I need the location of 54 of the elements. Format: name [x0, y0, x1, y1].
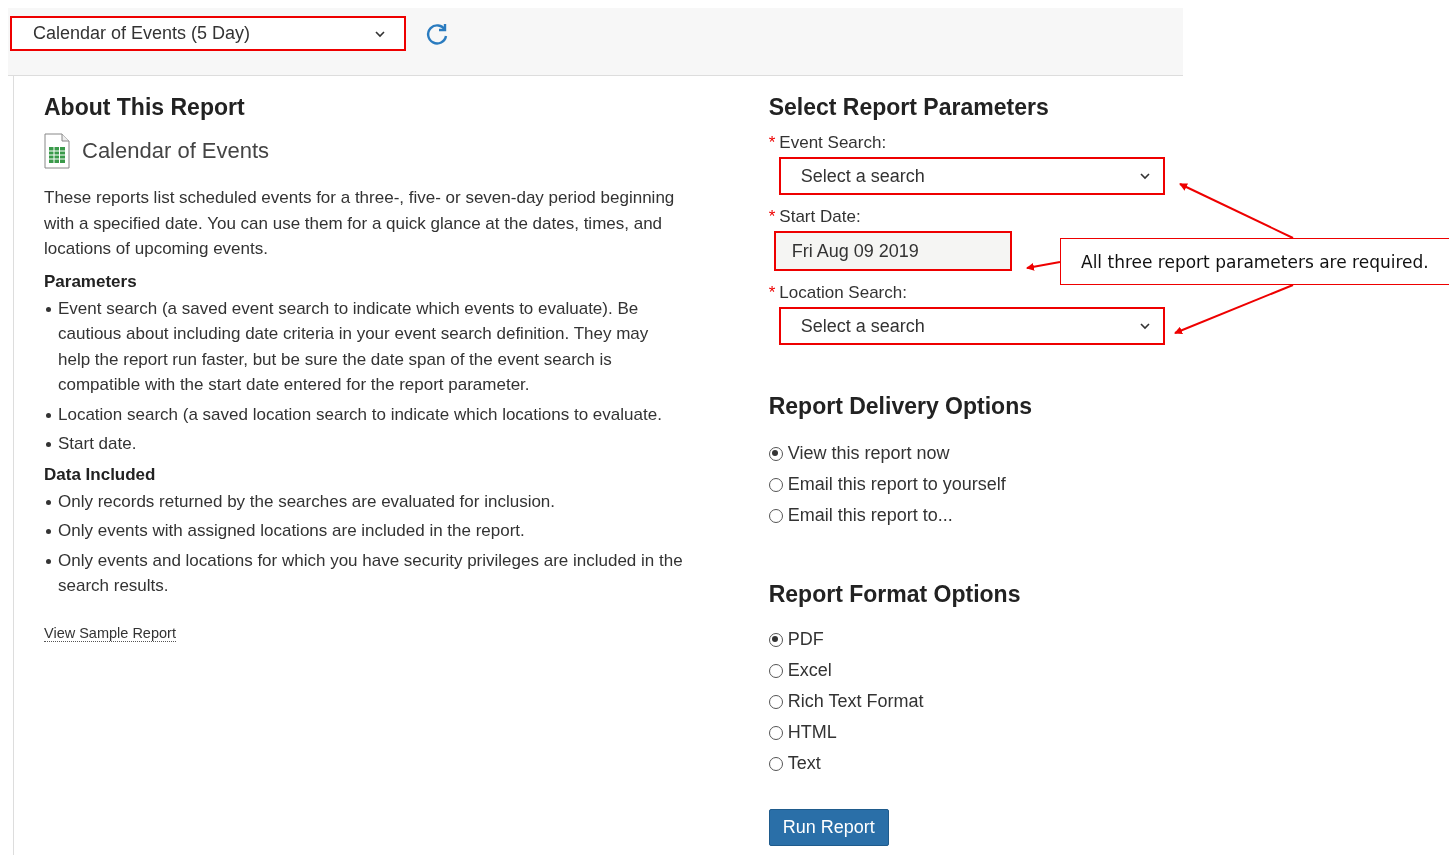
list-item-text: Only events and locations for which you have security privileges are included in the search results.	[58, 549, 684, 597]
radio-label: Excel	[787, 660, 832, 681]
field-label: Location Search:	[779, 283, 907, 302]
section-heading: About This Report	[44, 94, 246, 121]
required-asterisk: *	[768, 207, 776, 226]
radio-label: HTML	[787, 722, 837, 743]
bullet-icon	[46, 529, 51, 534]
section-heading: Report Delivery Options	[768, 393, 1033, 420]
radio-label: Text	[787, 753, 821, 774]
bullet-icon	[46, 306, 51, 312]
date-field[interactable]: Fri Aug 09 2019	[773, 231, 1012, 271]
subsection-heading: Parameters	[44, 271, 138, 292]
report-select[interactable]: Calendar of Events (5 Day)	[10, 16, 406, 51]
search-select[interactable]: Select a search	[778, 157, 1165, 195]
radio-button[interactable]	[768, 508, 783, 523]
radio-label: View this report now	[787, 443, 950, 464]
chevron-down-icon	[374, 29, 386, 38]
radio-label: Email this report to yourself	[787, 474, 1006, 495]
search-select[interactable]: Select a search	[778, 307, 1165, 345]
arrow	[1026, 261, 1061, 271]
sample-report-link[interactable]: View Sample Report	[44, 624, 176, 642]
section-heading: Select Report Parameters	[768, 94, 1050, 121]
bullet-icon	[46, 499, 51, 505]
list-item-text: Start date.	[58, 433, 137, 455]
callout-note: All three report parameters are required.	[1060, 238, 1449, 285]
radio-label: PDF	[787, 629, 824, 650]
radio-button[interactable]	[768, 725, 783, 740]
radio-button[interactable]	[768, 632, 783, 647]
radio-button[interactable]	[768, 477, 783, 492]
list-item-text: Only records returned by the searches are evaluated for inclusion.	[58, 490, 556, 513]
section-heading: Report Format Options	[768, 581, 1022, 608]
report-name: Calendar of Events	[82, 138, 270, 164]
report-description: These reports list scheduled events for a three-, five- or seven-day period beginning with a specified date. You can use them for a quick glance at the dates, times, and locations of upcoming events.	[44, 187, 676, 260]
field-label: Start Date:	[779, 207, 861, 226]
bullet-icon	[46, 558, 51, 564]
radio-button[interactable]	[768, 663, 783, 678]
spreadsheet-icon	[44, 133, 70, 169]
chevron-down-icon	[1138, 322, 1151, 330]
required-asterisk: *	[768, 283, 776, 302]
field-label: Event Search:	[779, 133, 887, 152]
radio-button[interactable]	[768, 694, 783, 709]
list-item-text: Location search (a saved location search to indicate which locations to evaluate.	[58, 403, 662, 426]
bullet-icon	[46, 412, 51, 418]
bullet-icon	[46, 442, 51, 447]
list-item-text: Only events with assigned locations are included in the report.	[58, 520, 525, 542]
radio-button[interactable]	[768, 446, 783, 461]
radio-button[interactable]	[768, 756, 783, 771]
radio-label: Email this report to...	[787, 505, 953, 526]
required-asterisk: *	[768, 133, 776, 152]
subsection-heading: Data Included	[44, 464, 157, 485]
radio-label: Rich Text Format	[787, 691, 924, 712]
chevron-down-icon	[1138, 172, 1151, 180]
run-report-button[interactable]: Run Report	[768, 809, 889, 846]
list-item-text: Event search (a saved event search to indicate which events to evaluate). Be cautious about including date criteria in your event search definition. They may help the report run faster, but be sure the date span of the event search is compatible with the start date entered for the report parameter.	[58, 297, 650, 396]
